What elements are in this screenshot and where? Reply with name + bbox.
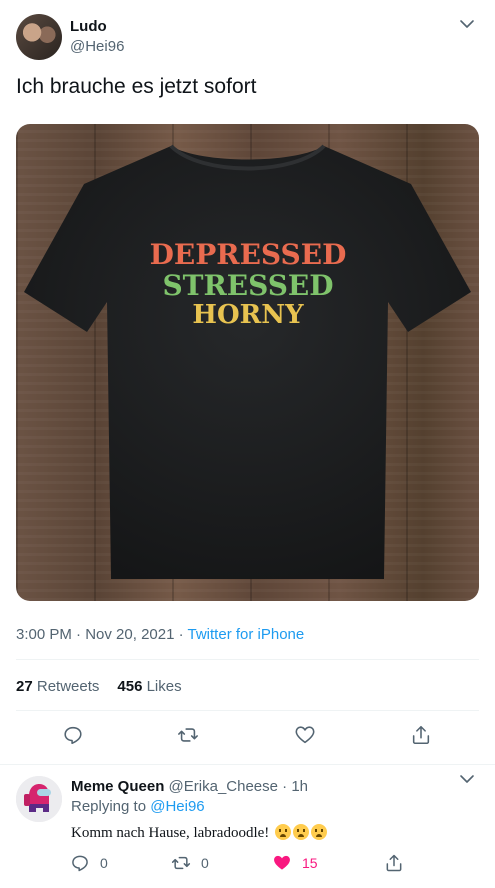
author-name[interactable]: Ludo xyxy=(70,18,107,35)
tweet-actions xyxy=(0,722,495,752)
chevron-down-icon[interactable] xyxy=(457,14,477,34)
share-icon xyxy=(386,854,402,872)
reply-reply-count: 0 xyxy=(100,855,108,871)
author-handle[interactable]: @Hei96 xyxy=(70,38,124,55)
reply-retweet-count: 0 xyxy=(201,855,209,871)
divider xyxy=(16,659,479,660)
tweet-text: Ich brauche es jetzt sofort xyxy=(16,75,257,98)
tweet-source[interactable]: Twitter for iPhone xyxy=(188,626,305,643)
reply-icon xyxy=(72,855,88,872)
reply-text-body: Komm nach Hause, labradoodle! xyxy=(71,825,270,841)
reply-like-count: 15 xyxy=(302,855,318,871)
reply-tweet[interactable]: Meme Queen @Erika_Cheese · 1h Replying t… xyxy=(0,765,495,888)
retweets-count: 27 xyxy=(16,678,33,695)
tshirt-shape xyxy=(24,146,471,579)
reply-header: Meme Queen @Erika_Cheese · 1h xyxy=(71,778,308,795)
shirt-line-3: HORNY xyxy=(192,300,304,330)
reply-actions: 0 0 15 xyxy=(0,853,495,877)
meta-sep: · xyxy=(71,626,86,643)
tweet: Ludo @Hei96 Ich brauche es jetzt sofort … xyxy=(0,0,495,765)
among-us-avatar-image xyxy=(16,776,62,822)
shirt-line-2: STRESSED xyxy=(162,269,333,302)
retweets-label: Retweets xyxy=(36,678,100,695)
emoji-icon xyxy=(275,824,292,840)
tweet-time[interactable]: 3:00 PM xyxy=(16,626,72,643)
replying-to-link[interactable]: @Hei96 xyxy=(150,798,204,815)
like-icon[interactable] xyxy=(294,724,316,746)
reply-icon[interactable] xyxy=(62,724,84,746)
retweet-icon xyxy=(171,856,191,870)
reply-like-button[interactable]: 15 xyxy=(272,853,318,873)
likes-label: Likes xyxy=(146,678,182,695)
replying-to: Replying to @Hei96 xyxy=(71,798,205,815)
like-icon xyxy=(274,855,290,870)
reply-avatar[interactable] xyxy=(16,776,62,822)
tshirt-image: DEPRESSED STRESSED HORNY xyxy=(24,144,471,579)
share-icon[interactable] xyxy=(410,724,432,746)
reply-reply-button[interactable]: 0 xyxy=(70,853,108,873)
emoji-icon xyxy=(311,824,328,840)
tweet-meta: 3:00 PM · Nov 20, 2021 · Twitter for iPh… xyxy=(16,626,304,643)
reply-author-name[interactable]: Meme Queen xyxy=(71,778,164,795)
tweet-stats: 27 Retweets 456 Likes xyxy=(16,678,182,695)
reply-share-button[interactable] xyxy=(384,853,414,873)
divider xyxy=(16,710,479,711)
tweet-image[interactable]: DEPRESSED STRESSED HORNY xyxy=(16,124,479,601)
retweet-icon[interactable] xyxy=(177,724,199,746)
reply-retweet-button[interactable]: 0 xyxy=(171,853,209,873)
chevron-down-icon[interactable] xyxy=(457,769,477,789)
likes-count: 456 xyxy=(117,678,143,695)
reply-author-handle[interactable]: @Erika_Cheese xyxy=(169,778,278,795)
retweets-stat[interactable]: 27 Retweets xyxy=(16,678,99,695)
reply-head-sep: · xyxy=(278,778,292,795)
replying-prefix: Replying to xyxy=(71,798,151,815)
tweet-date[interactable]: Nov 20, 2021 xyxy=(85,626,174,643)
reply-time[interactable]: 1h xyxy=(291,778,308,795)
emoji-icon xyxy=(293,824,310,840)
reply-text: Komm nach Hause, labradoodle! xyxy=(71,824,328,842)
author-avatar[interactable] xyxy=(16,14,62,60)
shirt-line-1: DEPRESSED xyxy=(150,238,347,271)
meta-sep-2: · xyxy=(174,626,188,643)
likes-stat[interactable]: 456 Likes xyxy=(117,678,181,695)
